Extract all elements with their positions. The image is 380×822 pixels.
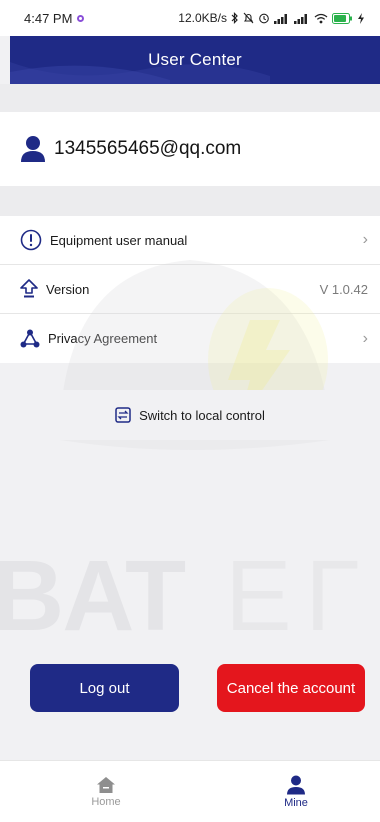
tab-mine[interactable]: Mine xyxy=(276,761,316,822)
info-circle-icon xyxy=(20,229,42,251)
menu-item-user-manual[interactable]: Equipment user manual › xyxy=(0,216,380,265)
signal-icon-2 xyxy=(294,13,307,24)
svg-text:BAT: BAT xyxy=(0,540,186,652)
user-icon xyxy=(287,775,305,794)
header-bar: User Center xyxy=(10,36,380,84)
tab-mine-label: Mine xyxy=(284,796,308,809)
menu-item-label: Equipment user manual xyxy=(50,232,188,248)
status-bar: 4:47 PM 12.0KB/s xyxy=(0,0,380,36)
network-speed: 12.0KB/s xyxy=(178,11,227,25)
settings-menu: Equipment user manual › Version V 1.0.42… xyxy=(0,216,380,363)
user-email: 1345565465@qq.com xyxy=(54,138,242,159)
user-profile-card: 1345565465@qq.com xyxy=(0,112,380,186)
bluetooth-icon xyxy=(231,12,238,24)
home-icon xyxy=(97,776,115,793)
svg-text:E: E xyxy=(225,540,292,652)
bottom-tab-bar: Home Mine xyxy=(0,760,380,822)
section-spacer xyxy=(0,84,380,112)
status-time: 4:47 PM xyxy=(24,10,73,26)
privacy-nodes-icon xyxy=(20,329,40,347)
version-value: V 1.0.42 xyxy=(319,281,368,297)
section-spacer xyxy=(0,186,380,216)
upload-arrow-icon xyxy=(20,279,38,298)
chevron-right-icon: › xyxy=(362,329,368,347)
wifi-icon xyxy=(314,13,328,23)
menu-item-version[interactable]: Version V 1.0.42 xyxy=(0,265,380,314)
menu-item-label: Privacy Agreement xyxy=(48,331,158,346)
switch-icon xyxy=(115,407,131,423)
charging-icon xyxy=(358,12,364,24)
tab-home[interactable]: Home xyxy=(86,761,126,822)
signal-icon xyxy=(274,13,287,24)
logout-button[interactable]: Log out xyxy=(30,664,179,712)
tab-home-label: Home xyxy=(91,795,121,808)
mute-bell-icon xyxy=(243,12,254,24)
menu-item-label: Version xyxy=(46,281,90,297)
battery-icon xyxy=(332,12,352,24)
alarm-icon xyxy=(259,13,269,24)
switch-local-control-button[interactable]: Switch to local control xyxy=(115,407,265,423)
menu-item-privacy[interactable]: Privacy Agreement › xyxy=(0,314,380,363)
notification-dot-icon xyxy=(77,14,85,22)
cancel-account-button[interactable]: Cancel the account xyxy=(217,664,365,712)
svg-text:Γ: Γ xyxy=(305,540,360,652)
user-avatar-icon xyxy=(21,136,45,162)
switch-local-control-label: Switch to local control xyxy=(139,407,265,423)
page-title: User Center xyxy=(148,50,242,69)
chevron-right-icon: › xyxy=(362,231,368,248)
